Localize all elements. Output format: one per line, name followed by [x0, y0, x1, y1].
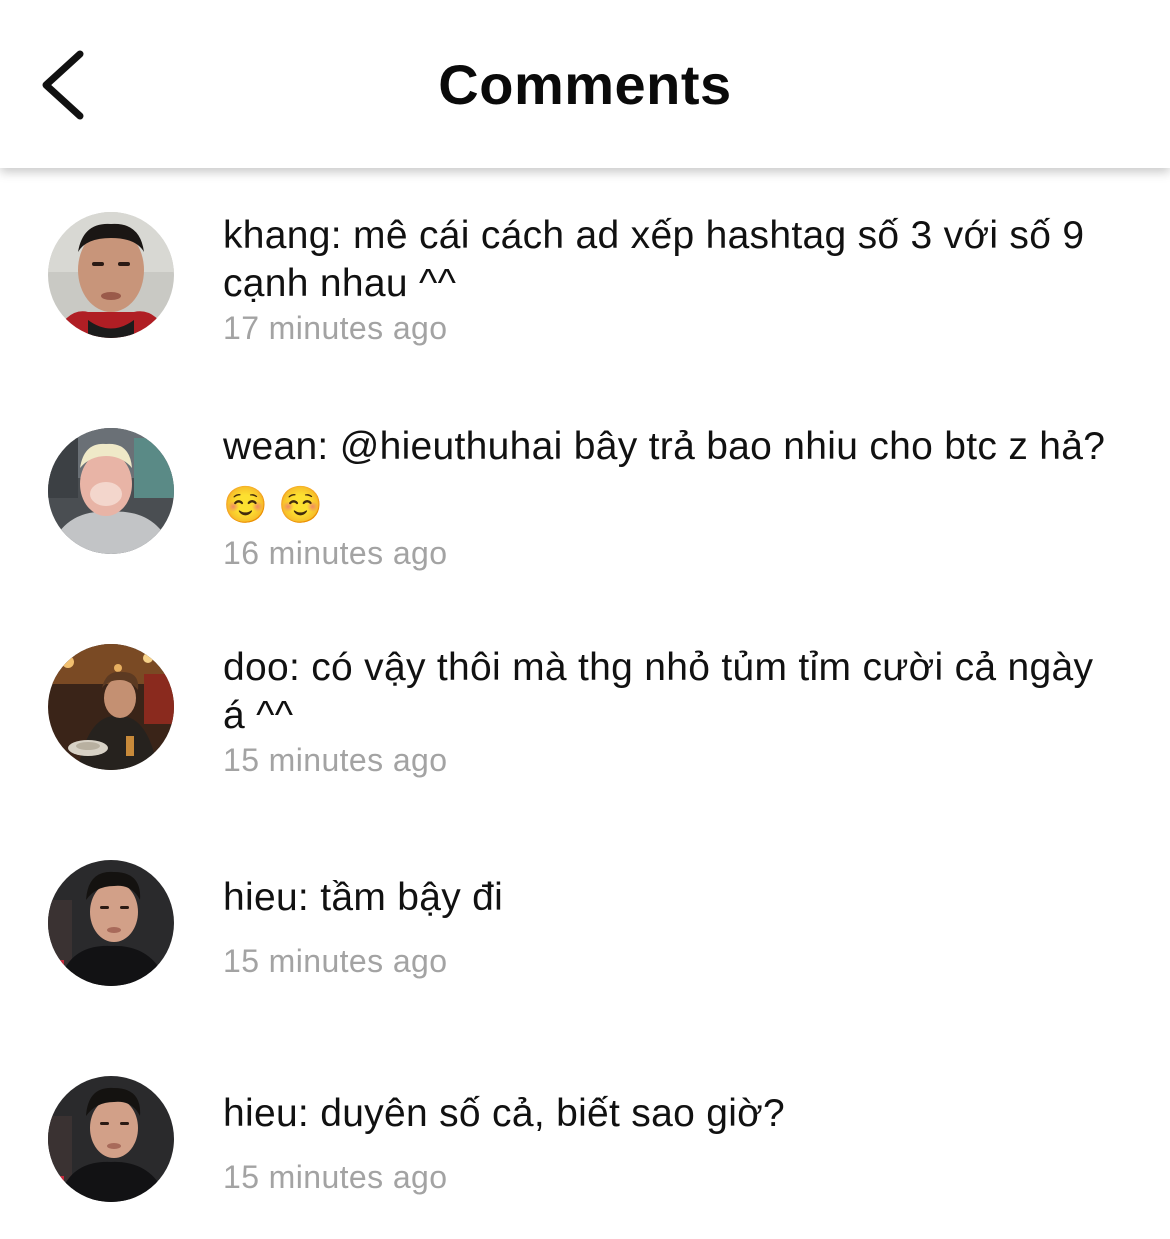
- comment-timestamp: 15 minutes ago: [223, 943, 448, 979]
- avatar[interactable]: [48, 860, 174, 986]
- avatar[interactable]: [48, 428, 174, 554]
- page-title: Comments: [438, 53, 732, 116]
- avatar[interactable]: [48, 1076, 174, 1202]
- smiling-face-emoji-icon: ☺️ ☺️: [223, 484, 324, 525]
- comment-timestamp: 17 minutes ago: [223, 310, 448, 346]
- comment-text: khang: mê cái cách ad xếp hashtag số 3 v…: [223, 214, 1085, 305]
- comment-text: wean: @hieuthuhai bây trả bao nhiu cho b…: [223, 418, 1123, 534]
- comment-text: hieu: tầm bậy đi: [223, 876, 504, 919]
- avatar[interactable]: [48, 644, 174, 770]
- top-bar: Comments: [0, 0, 1170, 168]
- comment-timestamp: 16 minutes ago: [223, 535, 448, 571]
- comment-timestamp: 15 minutes ago: [223, 1159, 448, 1195]
- comment-text: hieu: duyên số cả, biết sao giờ?: [223, 1092, 786, 1135]
- comment-timestamp: 15 minutes ago: [223, 742, 448, 778]
- avatar[interactable]: [48, 212, 174, 338]
- comment-body: wean: @hieuthuhai bây trả bao nhiu cho b…: [223, 425, 1106, 468]
- comment-text: doo: có vậy thôi mà thg nhỏ tủm tỉm cười…: [223, 646, 1094, 737]
